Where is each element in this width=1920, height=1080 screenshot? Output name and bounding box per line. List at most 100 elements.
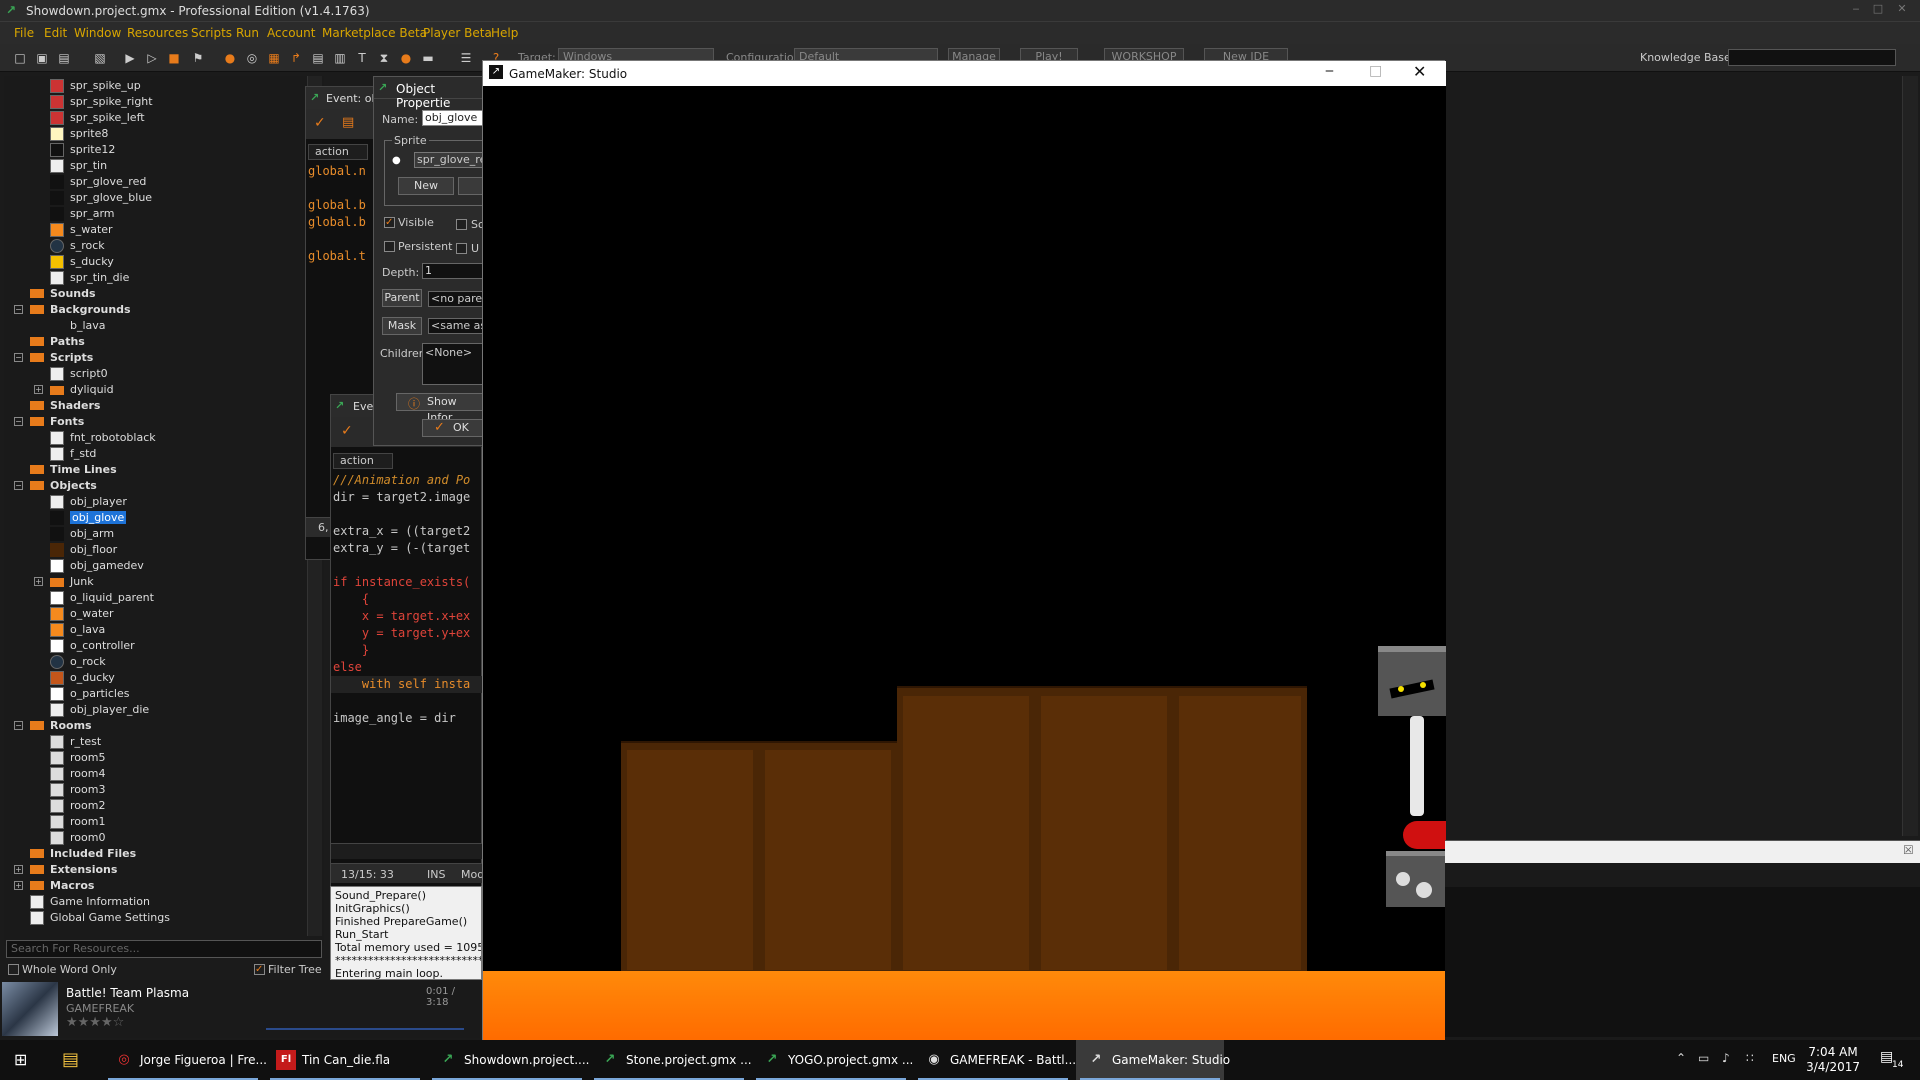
solid-checkbox[interactable] — [456, 219, 467, 230]
maximize-icon[interactable]: □ — [1369, 63, 1382, 79]
taskbar-media-player[interactable]: ◉ GAMEFREAK - Battl... — [914, 1040, 1076, 1080]
taskbar-flash[interactable]: Fl Tin Can_die.fla — [266, 1040, 424, 1080]
taskbar-chrome[interactable]: ◎ Jorge Figueroa | Fre... — [104, 1040, 267, 1080]
sound-icon[interactable]: ◎ — [244, 50, 260, 66]
object-icon[interactable]: ● — [398, 50, 414, 66]
sprite-select[interactable]: spr_glove_red — [414, 152, 486, 168]
folder-paths[interactable]: Paths — [30, 334, 85, 349]
tree-item[interactable]: b_lava — [50, 318, 106, 333]
code-line[interactable]: image_angle = dir — [333, 710, 456, 727]
code-line[interactable]: global.b — [308, 197, 366, 214]
path-icon[interactable]: ↱ — [288, 50, 304, 66]
expand-icon[interactable]: + — [34, 385, 43, 394]
tree-item[interactable]: room5 — [50, 750, 105, 765]
tree-item[interactable]: sprite12 — [50, 142, 115, 157]
tree-item[interactable]: obj_floor — [50, 542, 117, 557]
expand-icon[interactable]: + — [34, 577, 43, 586]
menu-file[interactable]: File — [14, 26, 34, 40]
menu-scripts[interactable]: Scripts — [191, 26, 232, 40]
menu-edit[interactable]: Edit — [44, 26, 67, 40]
export-icon[interactable]: ▧ — [92, 50, 108, 66]
tree-item[interactable]: script0 — [50, 366, 108, 381]
expand-icon[interactable]: + — [14, 865, 23, 874]
tree-item[interactable]: room3 — [50, 782, 105, 797]
shader-icon[interactable]: ▥ — [332, 50, 348, 66]
maximize-icon[interactable]: □ — [1870, 2, 1886, 16]
code-line[interactable]: with self insta — [333, 676, 470, 693]
tree-item[interactable]: obj_arm — [50, 526, 114, 541]
run-icon[interactable]: ▶ — [122, 50, 138, 66]
mask-value[interactable]: <same as sprite> — [428, 318, 486, 334]
tree-item[interactable]: o_water — [50, 606, 114, 621]
depth-input[interactable]: 1 — [422, 263, 486, 279]
code-line[interactable]: dir = target2.image — [333, 489, 470, 506]
tree-item[interactable]: dyliquid — [50, 382, 114, 397]
tab-action[interactable]: action — [308, 144, 368, 160]
tree-item[interactable]: o_liquid_parent — [50, 590, 154, 605]
tree-item[interactable]: spr_spike_up — [50, 78, 141, 93]
clock[interactable]: 7:04 AM 3/4/2017 — [1806, 1045, 1860, 1075]
menu-resources[interactable]: Resources — [127, 26, 188, 40]
tree-item[interactable]: obj_player — [50, 494, 127, 509]
parent-value[interactable]: <no parent> — [428, 291, 486, 307]
tree-item[interactable]: obj_gamedev — [50, 558, 144, 573]
code-hscrollbar[interactable] — [331, 843, 483, 859]
collapse-icon[interactable]: − — [14, 481, 23, 490]
code-line[interactable]: global.n — [308, 163, 366, 180]
tree-item-selected[interactable]: obj_glove — [50, 510, 127, 525]
open-icon[interactable]: ▣ — [34, 50, 50, 66]
wifi-icon[interactable]: ∷ — [1746, 1051, 1754, 1065]
check-icon[interactable]: ✓ — [341, 423, 353, 439]
taskbar-gm-showdown[interactable]: ↗ Showdown.project.... — [428, 1040, 589, 1080]
folder-extensions[interactable]: Extensions — [30, 862, 117, 877]
code-line[interactable]: y = target.y+ex — [333, 625, 470, 642]
folder-objects[interactable]: Objects — [30, 478, 97, 493]
font-icon[interactable]: T — [354, 50, 370, 66]
ok-button[interactable]: OK — [422, 419, 486, 437]
minimize-icon[interactable]: ‒ — [1325, 63, 1334, 79]
visible-checkbox[interactable]: ✓ — [384, 217, 395, 228]
tree-item[interactable]: o_ducky — [50, 670, 115, 685]
tree-item[interactable]: room2 — [50, 798, 105, 813]
code-line[interactable]: { — [333, 591, 369, 608]
taskbar-gm-studio-game[interactable]: ↗ GameMaker: Studio — [1076, 1040, 1230, 1080]
taskbar-gm-stone[interactable]: ↗ Stone.project.gmx ... — [590, 1040, 752, 1080]
debug-run-icon[interactable]: ▷ — [144, 50, 160, 66]
windows-start-icon[interactable]: ⊞ — [14, 1050, 27, 1069]
right-scrollbar[interactable] — [1902, 76, 1918, 836]
code-line[interactable]: else — [333, 659, 362, 676]
tree-global-settings[interactable]: Global Game Settings — [30, 910, 170, 925]
collapse-icon[interactable]: − — [14, 721, 23, 730]
tree-item[interactable]: s_ducky — [50, 254, 114, 269]
code-line[interactable]: } — [333, 642, 369, 659]
uses-physics-checkbox[interactable] — [456, 243, 467, 254]
tree-item[interactable]: spr_glove_red — [50, 174, 146, 189]
tree-item[interactable]: o_particles — [50, 686, 129, 701]
tree-item[interactable]: s_water — [50, 222, 113, 237]
mask-button[interactable]: Mask — [382, 317, 422, 335]
folder-fonts[interactable]: Fonts — [30, 414, 84, 429]
menu-account[interactable]: Account — [267, 26, 315, 40]
code-line[interactable]: ///Animation and Po — [333, 472, 470, 489]
check-icon[interactable]: ✓ — [314, 115, 326, 131]
tree-item[interactable]: obj_player_die — [50, 702, 149, 717]
tree-item[interactable]: fnt_robotoblack — [50, 430, 156, 445]
folder-included-files[interactable]: Included Files — [30, 846, 136, 861]
background-icon[interactable]: ▦ — [266, 50, 282, 66]
persistent-checkbox[interactable] — [384, 241, 395, 252]
collapse-icon[interactable]: − — [14, 353, 23, 362]
sprite-icon[interactable]: ● — [222, 50, 238, 66]
taskbar-gm-yogo[interactable]: ↗ YOGO.project.gmx ... — [752, 1040, 913, 1080]
clean-icon[interactable]: ⚑ — [190, 50, 206, 66]
file-explorer-icon[interactable]: ▤ — [62, 1049, 79, 1070]
tab-action[interactable]: action — [333, 453, 393, 469]
filter-tree-checkbox[interactable]: ✓ — [254, 964, 265, 975]
whole-word-checkbox[interactable] — [8, 964, 19, 975]
tree-item[interactable]: r_test — [50, 734, 101, 749]
folder-shaders[interactable]: Shaders — [30, 398, 100, 413]
folder-backgrounds[interactable]: Backgrounds — [30, 302, 131, 317]
parent-button[interactable]: Parent — [382, 289, 422, 307]
menu-window[interactable]: Window — [74, 26, 121, 40]
tree-item[interactable]: sprite8 — [50, 126, 108, 141]
folder-macros[interactable]: Macros — [30, 878, 94, 893]
